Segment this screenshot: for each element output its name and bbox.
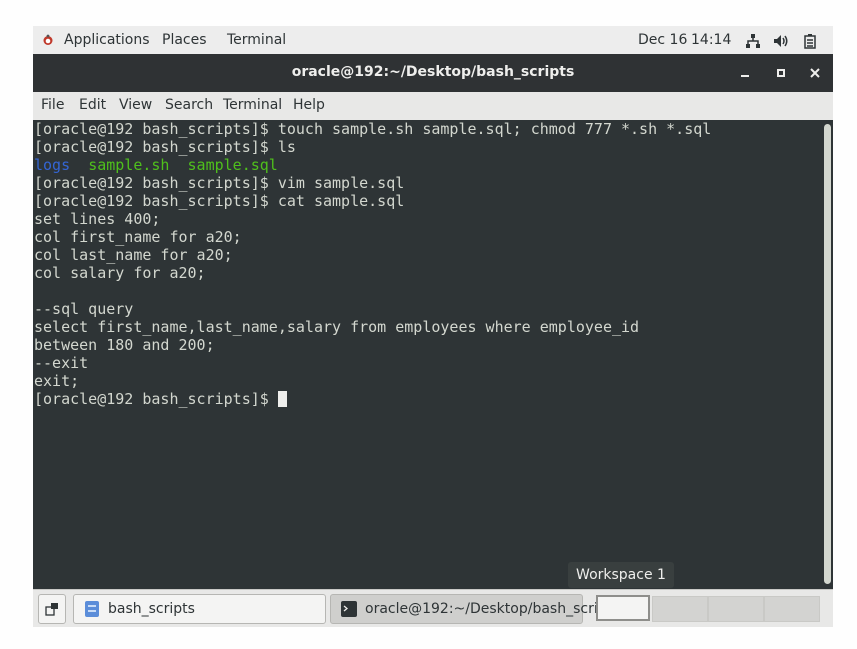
ls-entry-file: sample.sql <box>187 156 278 174</box>
menu-terminal[interactable]: Terminal <box>223 97 282 113</box>
terminal-icon <box>341 601 357 617</box>
terminal-app-menu[interactable]: Terminal <box>227 32 286 48</box>
terminal-window: oracle@192:~/Desktop/bash_scripts File E… <box>33 54 833 589</box>
terminal-prompt-line: [oracle@192 bash_scripts]$ <box>34 390 287 408</box>
terminal-line: [oracle@192 bash_scripts]$ ls <box>34 138 296 156</box>
taskbar-item-label: oracle@192:~/Desktop/bash_scripts <box>365 601 620 617</box>
file-manager-icon <box>85 601 99 617</box>
menu-bar: File Edit View Search Terminal Help <box>33 92 833 120</box>
workspace-1[interactable] <box>596 595 650 621</box>
terminal-line: col salary for a20; <box>34 264 206 282</box>
maximize-icon[interactable] <box>774 66 788 80</box>
workspace-3[interactable] <box>708 596 764 622</box>
ls-entry-file: sample.sh <box>88 156 170 174</box>
terminal-prompt: [oracle@192 bash_scripts]$ <box>34 390 278 408</box>
close-icon[interactable] <box>808 66 822 80</box>
title-bar[interactable]: oracle@192:~/Desktop/bash_scripts <box>33 54 833 92</box>
clock-date[interactable]: Dec 16 <box>638 32 687 48</box>
terminal-line: exit; <box>34 372 80 390</box>
workspace-4[interactable] <box>764 596 820 622</box>
ls-output-line: logs sample.sh sample.sql <box>34 156 278 174</box>
window-title: oracle@192:~/Desktop/bash_scripts <box>291 64 575 80</box>
terminal-line: col last_name for a20; <box>34 246 233 264</box>
bottom-panel: bash_scripts oracle@192:~/Desktop/bash_s… <box>33 589 833 627</box>
applications-menu[interactable]: Applications <box>64 32 150 48</box>
scrollbar[interactable] <box>823 120 833 589</box>
taskbar-item-bash-scripts[interactable]: bash_scripts <box>73 594 326 624</box>
terminal-output[interactable]: [oracle@192 bash_scripts]$ touch sample.… <box>33 120 823 589</box>
battery-icon[interactable] <box>802 33 818 49</box>
minimize-icon[interactable] <box>738 66 752 80</box>
menu-search[interactable]: Search <box>165 97 213 113</box>
taskbar-item-terminal[interactable]: oracle@192:~/Desktop/bash_scripts <box>330 594 619 624</box>
terminal-line: [oracle@192 bash_scripts]$ touch sample.… <box>34 120 712 138</box>
workspace-2[interactable] <box>652 596 708 622</box>
terminal-line: [oracle@192 bash_scripts]$ cat sample.sq… <box>34 192 405 210</box>
terminal-line: set lines 400; <box>34 210 161 228</box>
desktop-screen: Applications Places Terminal Dec 16 14:1… <box>33 26 833 627</box>
ls-entry-dir: logs <box>34 156 71 174</box>
network-icon[interactable] <box>745 33 761 49</box>
applications-icon <box>43 34 53 45</box>
clock-time[interactable]: 14:14 <box>691 32 731 48</box>
show-desktop-icon <box>45 603 58 616</box>
terminal-line: --exit <box>34 354 89 372</box>
workspace-tooltip: Workspace 1 <box>568 562 674 588</box>
terminal-line: --sql query <box>34 300 134 318</box>
places-menu[interactable]: Places <box>162 32 207 48</box>
terminal-line: between 180 and 200; <box>34 336 215 354</box>
top-panel: Applications Places Terminal Dec 16 14:1… <box>33 26 833 54</box>
terminal-line: col first_name for a20; <box>34 228 242 246</box>
menu-edit[interactable]: Edit <box>79 97 106 113</box>
menu-help[interactable]: Help <box>293 97 325 113</box>
scrollbar-thumb[interactable] <box>824 124 831 584</box>
terminal-line: [oracle@192 bash_scripts]$ vim sample.sq… <box>34 174 405 192</box>
menu-view[interactable]: View <box>119 97 152 113</box>
volume-icon[interactable] <box>773 33 789 49</box>
terminal-line: select first_name,last_name,salary from … <box>34 318 640 336</box>
menu-file[interactable]: File <box>41 97 64 113</box>
show-desktop-button[interactable] <box>38 594 66 624</box>
text-cursor <box>277 391 287 407</box>
taskbar-item-label: bash_scripts <box>108 601 195 617</box>
